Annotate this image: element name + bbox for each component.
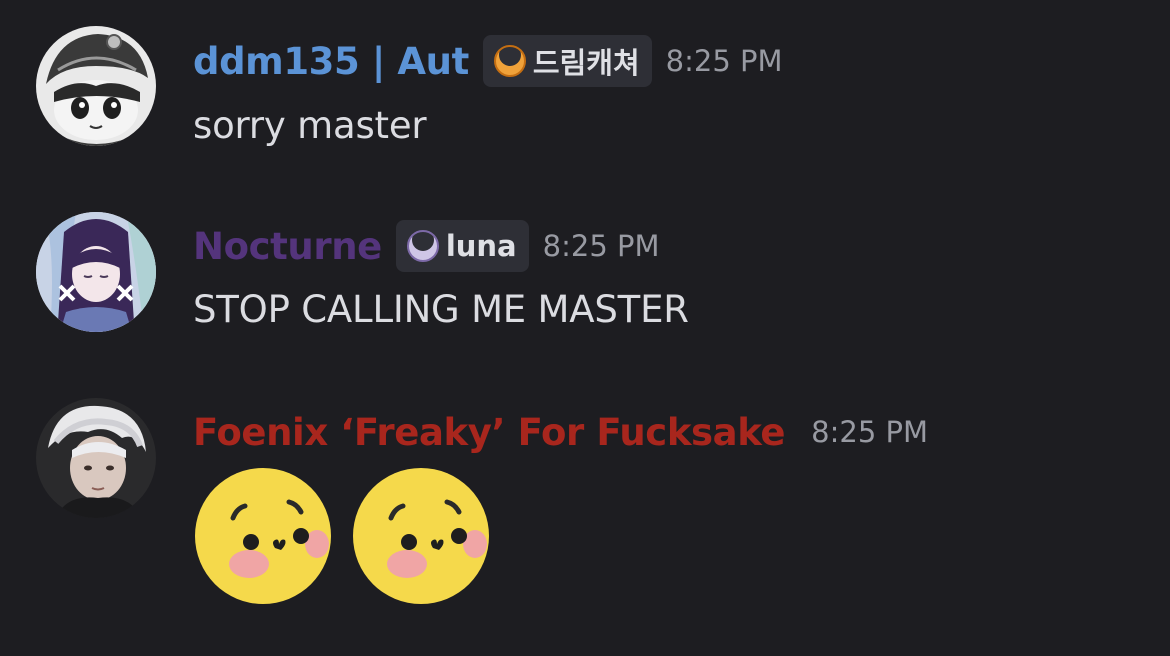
username[interactable]: Nocturne (193, 225, 382, 268)
pleading-shy-emoji[interactable] (193, 466, 333, 606)
username[interactable]: Foenix ‘Freaky’ For Fucksake (193, 411, 786, 454)
message-header: Foenix ‘Freaky’ For Fucksake 8:25 PM (193, 405, 928, 459)
emoji-row (193, 466, 491, 606)
pleading-shy-emoji[interactable] (351, 466, 491, 606)
white-crescent-icon (406, 229, 440, 263)
server-tag[interactable]: luna (395, 220, 529, 272)
message-text: STOP CALLING ME MASTER (193, 288, 689, 331)
message-text: sorry master (193, 104, 427, 147)
avatar[interactable] (36, 398, 156, 518)
timestamp: 8:25 PM (811, 415, 928, 449)
message-header: Nocturne luna 8:25 PM (193, 219, 660, 273)
avatar[interactable] (36, 212, 156, 332)
timestamp: 8:25 PM (665, 44, 783, 78)
server-tag[interactable]: 드림캐쳐 (482, 35, 652, 87)
server-tag-label: 드림캐쳐 (532, 46, 640, 80)
message-header: ddm135 | Aut 드림캐쳐 8:25 PM (193, 34, 783, 88)
avatar[interactable] (36, 26, 156, 146)
timestamp: 8:25 PM (542, 229, 660, 263)
server-tag-label: luna (445, 229, 517, 263)
orange-crescent-icon (493, 44, 527, 78)
username[interactable]: ddm135 | Aut (193, 40, 469, 83)
